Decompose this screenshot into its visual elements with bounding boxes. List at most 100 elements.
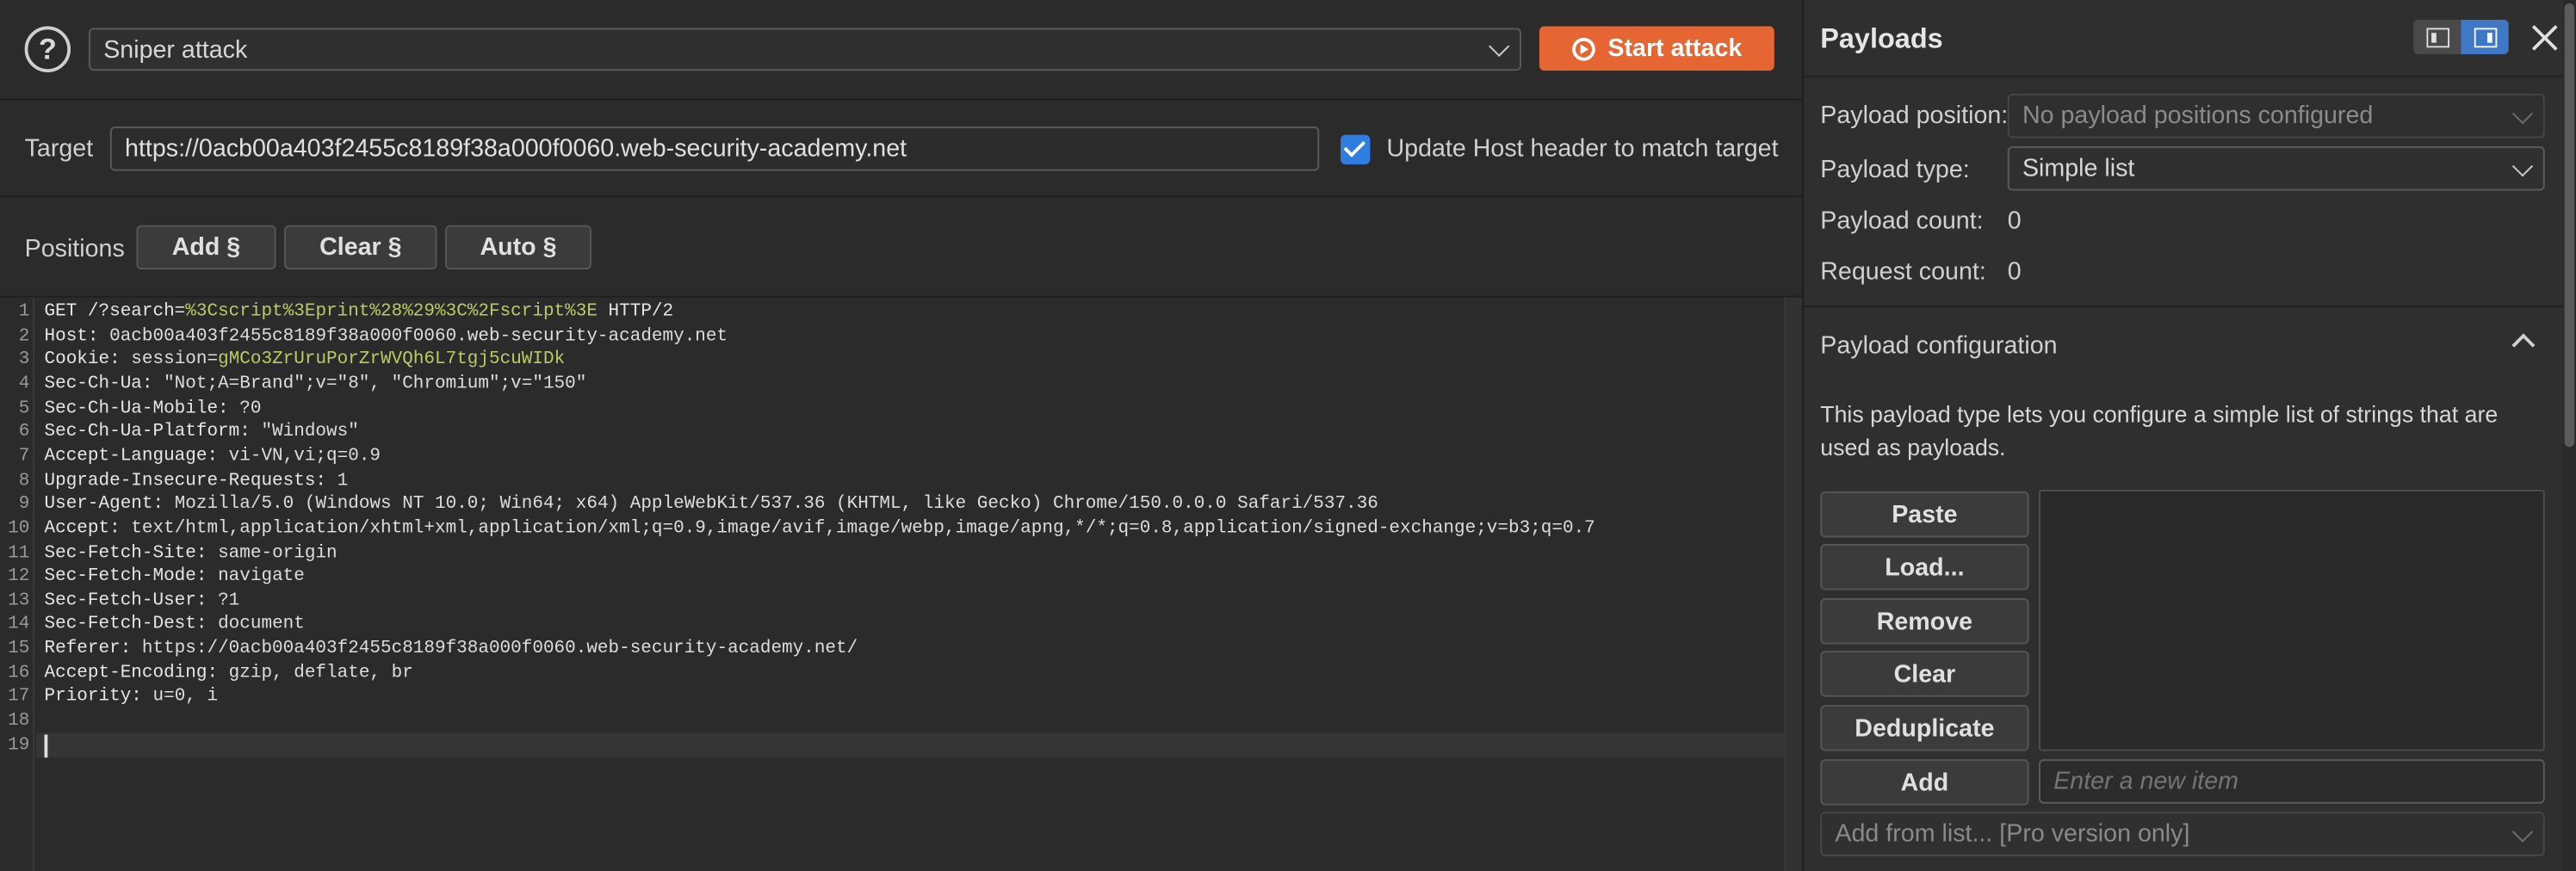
deduplicate-button[interactable]: Deduplicate: [1820, 705, 2029, 751]
line-number: 13: [8, 591, 30, 611]
current-line-highlight: [35, 732, 1785, 758]
payloads-title: Payloads: [1820, 22, 1943, 55]
line-number: 16: [8, 663, 30, 683]
request-line: Sec-Ch-Ua-Mobile: ?0: [45, 397, 262, 421]
chevron-down-icon: [2511, 102, 2534, 124]
request-line: Accept: text/html,application/xhtml+xml,…: [45, 517, 1595, 541]
header-value: same-origin: [207, 543, 337, 563]
layout-horizontal-icon[interactable]: [2413, 19, 2461, 55]
request-line: Cookie: session=gMCo3ZrUruPorZrWVQh6L7tg…: [45, 349, 566, 373]
header-name: Accept-Encoding:: [44, 663, 219, 683]
update-host-label: Update Host header to match target: [1386, 134, 1779, 164]
header-value: ?0: [228, 398, 262, 419]
header-name: Sec-Ch-Ua-Platform:: [44, 423, 251, 443]
panel-scrollbar-thumb[interactable]: [2564, 3, 2575, 448]
target-label: Target: [24, 134, 94, 164]
header-value: document: [207, 615, 305, 635]
line-number: 4: [18, 374, 30, 395]
payload-configuration-description: This payload type lets you configure a s…: [1820, 400, 2499, 460]
line-number: 2: [18, 326, 30, 347]
header-value: https://0acb00a403f2455c8189f38a000f0060…: [131, 639, 858, 659]
request-line: GET /?search=%3Cscript%3Eprint%28%29%3C%…: [45, 300, 674, 324]
header-value: vi-VN,vi;q=0.9: [218, 447, 381, 467]
target-url-value: https://0acb00a403f2455c8189f38a000f0060…: [125, 134, 907, 164]
header-name: HTTP/2: [597, 302, 674, 323]
add-position-button[interactable]: Add §: [136, 225, 276, 270]
request-line: Sec-Ch-Ua-Platform: "Windows": [45, 421, 359, 445]
header-value: u=0, i: [141, 687, 219, 707]
layout-vertical-icon[interactable]: [2461, 19, 2509, 55]
play-icon: [1571, 36, 1595, 60]
chevron-down-icon: [1489, 35, 1510, 57]
close-icon[interactable]: [2525, 18, 2565, 58]
header-value: "Windows": [250, 423, 359, 443]
attack-type-value: Sniper attack: [103, 35, 248, 64]
header-name: Priority:: [44, 687, 142, 707]
payload-list[interactable]: [2039, 490, 2545, 751]
attack-type-select[interactable]: Sniper attack: [89, 28, 1521, 71]
request-line: Upgrade-Insecure-Requests: 1: [45, 469, 349, 493]
payload-type-label: Payload type:: [1820, 156, 1970, 184]
header-value: "Not;A=Brand";v="8", "Chromium";v="150": [152, 374, 587, 395]
payload-type-select[interactable]: Simple list: [2007, 145, 2545, 191]
line-number: 10: [8, 519, 30, 539]
request-line: Sec-Fetch-Mode: navigate: [45, 565, 305, 590]
start-attack-button[interactable]: Start attack: [1539, 26, 1774, 71]
paste-button[interactable]: Paste: [1820, 491, 2029, 538]
header-name: Sec-Fetch-Mode:: [44, 567, 207, 587]
help-icon[interactable]: ?: [24, 26, 71, 73]
line-number: 17: [8, 687, 30, 707]
header-name: Cookie:: [44, 350, 121, 371]
new-item-input[interactable]: [2039, 759, 2545, 804]
request-count-value: 0: [2007, 257, 2022, 287]
payload-count-value: 0: [2007, 207, 2022, 236]
line-number: 8: [18, 471, 30, 491]
request-line: Host: 0acb00a403f2455c8189f38a000f0060.w…: [45, 324, 728, 349]
divider: [1802, 306, 2563, 308]
request-line: Accept-Language: vi-VN,vi;q=0.9: [45, 445, 381, 469]
load-button[interactable]: Load...: [1820, 544, 2029, 590]
clear-positions-button[interactable]: Clear §: [284, 225, 437, 270]
text-cursor: [44, 734, 47, 758]
header-value: text/html,application/xhtml+xml,applicat…: [120, 519, 1595, 539]
positions-label: Positions: [24, 235, 125, 263]
remove-button[interactable]: Remove: [1820, 598, 2029, 645]
header-name: Referer:: [44, 639, 132, 659]
header-name: Accept:: [44, 519, 121, 539]
add-from-list-select: Add from list... [Pro version only]: [1820, 812, 2545, 856]
clear-button[interactable]: Clear: [1820, 651, 2029, 697]
header-name: Sec-Ch-Ua-Mobile:: [44, 398, 229, 419]
layout-toggle[interactable]: [2413, 19, 2509, 55]
header-name: Accept-Language:: [44, 447, 219, 467]
line-number: 3: [18, 350, 30, 371]
line-number: 14: [8, 615, 30, 635]
request-line: User-Agent: Mozilla/5.0 (Windows NT 10.0…: [45, 493, 1378, 517]
line-number: 19: [8, 735, 30, 756]
chevron-down-icon: [2511, 820, 2534, 842]
line-number: 18: [8, 711, 30, 732]
line-number: 5: [18, 398, 30, 419]
payload-type-value: Simple list: [2022, 154, 2135, 182]
editor-scrollbar[interactable]: [1784, 297, 1803, 871]
header-name: User-Agent:: [44, 495, 164, 516]
request-line: Priority: u=0, i: [45, 686, 219, 710]
header-name: GET /?search=: [44, 302, 186, 323]
auto-positions-button[interactable]: Auto §: [445, 225, 591, 270]
header-name: Sec-Ch-Ua:: [44, 374, 153, 395]
header-value: gzip, deflate, br: [218, 663, 413, 683]
header-value: navigate: [207, 567, 305, 587]
request-line: Sec-Ch-Ua: "Not;A=Brand";v="8", "Chromiu…: [45, 373, 587, 397]
header-value: 0acb00a403f2455c8189f38a000f0060.web-sec…: [98, 326, 728, 347]
divider: [1802, 75, 2563, 77]
header-name: Sec-Fetch-Site:: [44, 543, 207, 563]
divider: [0, 98, 1803, 101]
header-name: Upgrade-Insecure-Requests:: [44, 471, 327, 491]
target-url-input[interactable]: https://0acb00a403f2455c8189f38a000f0060…: [109, 127, 1320, 171]
request-count-label: Request count:: [1820, 257, 1986, 287]
update-host-checkbox[interactable]: [1341, 134, 1371, 164]
line-number: 1: [18, 302, 30, 323]
payload-position-select: No payload positions configured: [2007, 93, 2545, 139]
add-item-button[interactable]: Add: [1820, 759, 2029, 806]
request-line: Referer: https://0acb00a403f2455c8189f38…: [45, 638, 858, 662]
request-line: Sec-Fetch-Dest: document: [45, 614, 305, 638]
